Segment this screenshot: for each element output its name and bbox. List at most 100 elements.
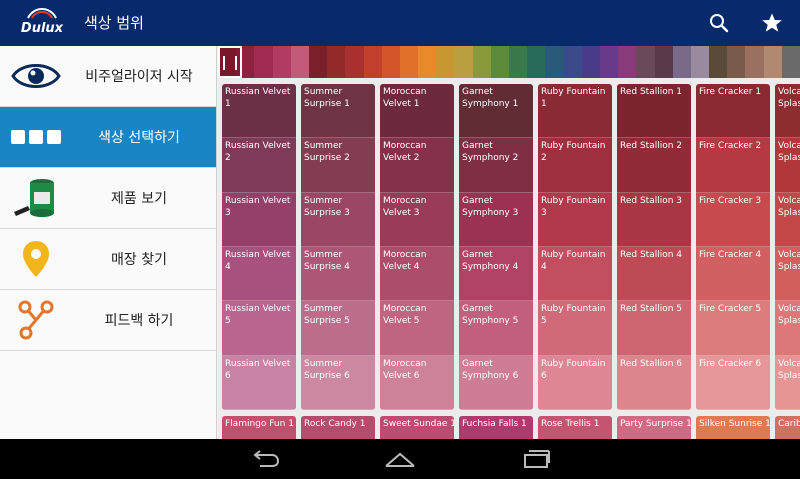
color-swatch[interactable]: Summer Surprise 6 [301,355,375,410]
color-swatch[interactable]: Moroccan Velvet 4 [380,246,454,302]
strip-color-segment[interactable] [563,46,582,78]
nav-item-visualizer[interactable]: 비주얼라이저 시작 [0,46,216,107]
color-swatch[interactable]: Ruby Fountain 6 [538,355,612,410]
color-swatch[interactable]: Red Stallion 6 [617,355,691,410]
dulux-logo[interactable]: Dulux [14,4,70,42]
nav-item-label: 피드백 하기 [104,313,174,329]
strip-color-segment[interactable] [690,46,710,78]
strip-color-segment[interactable] [545,46,564,78]
color-swatch[interactable]: Red Stallion 4 [617,246,691,302]
color-swatch[interactable]: Moroccan Velvet 2 [380,138,454,193]
color-swatch[interactable]: Silken Sunrise 1 [696,416,770,439]
color-swatch[interactable]: Moroccan Velvet 5 [380,301,454,356]
color-swatch[interactable]: Red Stallion 5 [617,301,691,356]
color-swatch[interactable]: Fuchsia Falls 1 [459,416,533,439]
color-swatch[interactable]: Summer Surprise 5 [301,301,375,356]
color-swatch[interactable]: Rock Candy 1 [301,416,375,439]
strip-color-segment[interactable] [781,46,800,78]
strip-color-segment[interactable] [436,46,455,78]
color-swatch[interactable]: Ruby Fountain 1 [538,84,612,139]
color-swatch[interactable]: Garnet Symphony 6 [459,355,533,410]
color-swatch[interactable]: Ruby Fountain 2 [538,138,612,193]
color-swatch[interactable]: Red Stallion 1 [617,84,691,139]
color-swatch[interactable]: Summer Surprise 3 [301,192,375,247]
color-swatch[interactable]: Fire Cracker 6 [696,355,770,410]
back-icon[interactable] [245,447,285,471]
color-swatch[interactable]: Russian Velvet 3 [222,192,296,247]
color-swatch[interactable]: Caribbean Dawn 1 [775,416,800,439]
color-swatch[interactable]: Ruby Fountain 3 [538,192,612,247]
strip-color-segment[interactable] [636,46,655,78]
search-icon[interactable] [706,10,732,36]
strip-color-segment[interactable] [509,46,528,78]
color-swatch[interactable]: Garnet Symphony 3 [459,192,533,247]
strip-color-segment[interactable] [654,46,673,78]
color-swatch[interactable]: Fire Cracker 5 [696,301,770,356]
strip-color-segment[interactable] [581,46,600,78]
strip-color-segment[interactable] [399,46,419,78]
color-swatch[interactable]: Volcanic Splash 1 [775,84,800,139]
color-range-strip[interactable] [218,46,800,78]
strip-drag-handle[interactable] [218,46,242,78]
strip-color-segment[interactable] [418,46,437,78]
color-swatch[interactable]: Volcanic Splash 4 [775,246,800,302]
color-swatch[interactable]: Garnet Symphony 5 [459,301,533,356]
color-swatch[interactable]: Ruby Fountain 4 [538,246,612,302]
color-swatch[interactable]: Volcanic Splash 2 [775,138,800,193]
strip-color-segment[interactable] [727,46,746,78]
strip-color-segment[interactable] [745,46,764,78]
color-swatch[interactable]: Moroccan Velvet 3 [380,192,454,247]
color-swatch[interactable]: Volcanic Splash 3 [775,192,800,247]
nav-item-products[interactable]: 제품 보기 [0,168,216,229]
recent-apps-icon[interactable] [516,447,556,471]
color-swatch[interactable]: Russian Velvet 6 [222,355,296,410]
color-swatch[interactable]: Sweet Sundae 1 [380,416,454,439]
color-swatch[interactable]: Garnet Symphony 4 [459,246,533,302]
color-swatch[interactable]: Russian Velvet 4 [222,246,296,302]
color-swatch[interactable]: Russian Velvet 1 [222,84,296,139]
strip-color-segment[interactable] [472,46,491,78]
nav-item-select-color[interactable]: 색상 선택하기 [0,107,216,168]
strip-color-segment[interactable] [381,46,400,78]
strip-color-segment[interactable] [327,46,346,78]
color-swatch[interactable]: Fire Cracker 2 [696,138,770,193]
strip-color-segment[interactable] [272,46,291,78]
color-swatch[interactable]: Flamingo Fun 1 [222,416,296,439]
color-swatch[interactable]: Red Stallion 2 [617,138,691,193]
color-swatch[interactable]: Ruby Fountain 5 [538,301,612,356]
strip-color-segment[interactable] [763,46,782,78]
strip-color-segment[interactable] [290,46,309,78]
strip-color-segment[interactable] [709,46,728,78]
strip-color-segment[interactable] [454,46,473,78]
color-swatch[interactable]: Garnet Symphony 1 [459,84,533,139]
color-swatch[interactable]: Volcanic Splash 6 [775,355,800,410]
strip-color-segment[interactable] [490,46,509,78]
strip-color-segment[interactable] [345,46,364,78]
strip-color-segment[interactable] [527,46,546,78]
color-swatch[interactable]: Summer Surprise 1 [301,84,375,139]
color-swatch[interactable]: Fire Cracker 4 [696,246,770,302]
color-swatch[interactable]: Russian Velvet 5 [222,301,296,356]
strip-color-segment[interactable] [599,46,619,78]
color-swatch[interactable]: Moroccan Velvet 1 [380,84,454,139]
color-swatch[interactable]: Moroccan Velvet 6 [380,355,454,410]
color-swatch[interactable]: Red Stallion 3 [617,192,691,247]
color-swatch[interactable]: Party Surprise 1 [617,416,691,439]
color-swatch[interactable]: Summer Surprise 2 [301,138,375,193]
strip-color-segment[interactable] [672,46,691,78]
home-icon[interactable] [380,447,420,471]
color-swatch[interactable]: Summer Surprise 4 [301,246,375,302]
star-icon[interactable] [759,10,785,36]
nav-item-feedback[interactable]: 피드백 하기 [0,290,216,351]
color-swatch[interactable]: Volcanic Splash 5 [775,301,800,356]
color-swatch[interactable]: Russian Velvet 2 [222,138,296,193]
color-swatch[interactable]: Fire Cracker 1 [696,84,770,139]
color-swatch[interactable]: Rose Trellis 1 [538,416,612,439]
nav-item-find-store[interactable]: 매장 찾기 [0,229,216,290]
strip-color-segment[interactable] [618,46,637,78]
color-swatch[interactable]: Garnet Symphony 2 [459,138,533,193]
strip-color-segment[interactable] [254,46,273,78]
strip-color-segment[interactable] [308,46,328,78]
color-swatch[interactable]: Fire Cracker 3 [696,192,770,247]
strip-color-segment[interactable] [363,46,382,78]
